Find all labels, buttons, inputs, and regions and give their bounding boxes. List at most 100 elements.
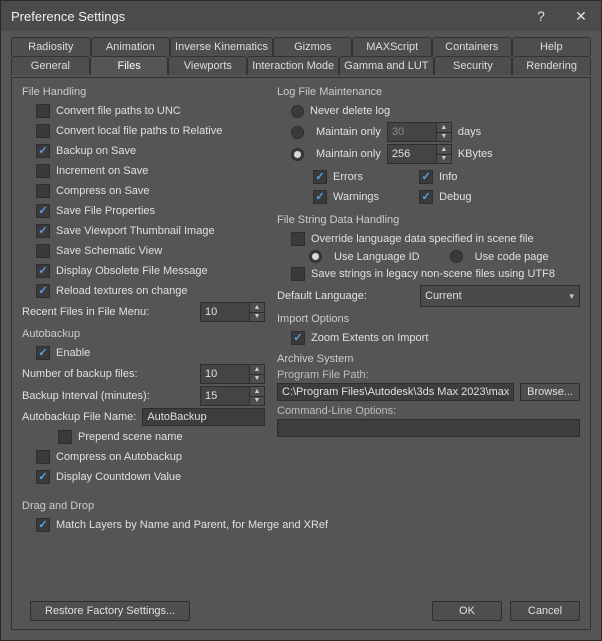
log-warnings-checkbox[interactable] [313, 190, 327, 204]
compress-on-save-checkbox[interactable] [36, 184, 50, 198]
match-layers-label: Match Layers by Name and Parent, for Mer… [56, 519, 580, 531]
use-lang-id-radio[interactable] [309, 250, 322, 263]
autobackup-name-label: Autobackup File Name: [22, 411, 136, 423]
use-lang-id-label: Use Language ID [334, 251, 420, 263]
num-backup-spinner[interactable]: 10 ▲▼ [200, 364, 265, 384]
ok-button[interactable]: OK [432, 601, 502, 621]
chevron-down-icon[interactable]: ▼ [437, 132, 451, 142]
autobackup-name-input[interactable] [142, 408, 265, 426]
log-days-spinner[interactable]: 30 ▲▼ [387, 122, 452, 142]
recent-files-spinner[interactable]: 10 ▲▼ [200, 302, 265, 322]
zoom-extents-label: Zoom Extents on Import [311, 332, 580, 344]
log-errors-checkbox[interactable] [313, 170, 327, 184]
recent-files-label: Recent Files in File Menu: [22, 306, 194, 318]
log-warnings-label: Warnings [333, 191, 379, 203]
import-title: Import Options [277, 313, 580, 325]
log-debug-checkbox[interactable] [419, 190, 433, 204]
backup-interval-spinner[interactable]: 15 ▲▼ [200, 386, 265, 406]
save-schematic-label: Save Schematic View [56, 245, 265, 257]
increment-on-save-checkbox[interactable] [36, 164, 50, 178]
tab-interaction-mode[interactable]: Interaction Mode [247, 56, 339, 75]
tab-help[interactable]: Help [512, 37, 592, 56]
log-kb-label: Maintain only [316, 148, 381, 160]
chevron-up-icon[interactable]: ▲ [250, 303, 264, 312]
chevron-down-icon[interactable]: ▼ [250, 396, 264, 406]
log-info-checkbox[interactable] [419, 170, 433, 184]
backup-interval-label: Backup Interval (minutes): [22, 390, 194, 402]
override-lang-label: Override language data specified in scen… [311, 233, 580, 245]
recent-files-value[interactable]: 10 [201, 303, 249, 321]
compress-autobackup-checkbox[interactable] [36, 450, 50, 464]
display-obsolete-checkbox[interactable] [36, 264, 50, 278]
save-schematic-checkbox[interactable] [36, 244, 50, 258]
display-countdown-checkbox[interactable] [36, 470, 50, 484]
close-icon[interactable]: ✕ [561, 1, 601, 31]
tab-containers[interactable]: Containers [432, 37, 512, 56]
chevron-down-icon[interactable]: ▼ [437, 154, 451, 164]
chevron-up-icon[interactable]: ▲ [437, 123, 451, 132]
override-lang-checkbox[interactable] [291, 232, 305, 246]
tab-rendering[interactable]: Rendering [512, 56, 591, 75]
convert-unc-checkbox[interactable] [36, 104, 50, 118]
log-info-label: Info [439, 171, 471, 183]
backup-interval-value[interactable]: 15 [201, 387, 249, 405]
autobackup-enable-checkbox[interactable] [36, 346, 50, 360]
match-layers-checkbox[interactable] [36, 518, 50, 532]
log-kb-value[interactable]: 256 [388, 145, 436, 163]
log-never-radio[interactable] [291, 105, 304, 118]
tab-general[interactable]: General [11, 56, 90, 75]
prepend-scene-checkbox[interactable] [58, 430, 72, 444]
log-kb-radio[interactable] [291, 148, 304, 161]
num-backup-value[interactable]: 10 [201, 365, 249, 383]
save-file-properties-label: Save File Properties [56, 205, 265, 217]
cancel-button[interactable]: Cancel [510, 601, 580, 621]
autobackup-enable-label: Enable [56, 347, 265, 359]
save-utf8-checkbox[interactable] [291, 267, 305, 281]
default-language-value: Current [425, 290, 575, 302]
backup-on-save-checkbox[interactable] [36, 144, 50, 158]
use-code-page-label: Use code page [475, 251, 549, 263]
increment-on-save-label: Increment on Save [56, 165, 265, 177]
browse-button[interactable]: Browse... [520, 383, 580, 401]
chevron-up-icon[interactable]: ▲ [437, 145, 451, 154]
zoom-extents-checkbox[interactable] [291, 331, 305, 345]
chevron-up-icon[interactable]: ▲ [250, 365, 264, 374]
tab-gamma-and-lut[interactable]: Gamma and LUT [339, 56, 433, 75]
reload-textures-label: Reload textures on change [56, 285, 265, 297]
log-days-unit: days [458, 126, 481, 138]
chevron-down-icon[interactable]: ▼ [250, 312, 264, 322]
tab-files[interactable]: Files [90, 56, 169, 75]
log-kb-spinner[interactable]: 256 ▲▼ [387, 144, 452, 164]
save-file-properties-checkbox[interactable] [36, 204, 50, 218]
default-language-combo[interactable]: Current [420, 285, 580, 307]
tab-maxscript[interactable]: MAXScript [352, 37, 432, 56]
restore-factory-button[interactable]: Restore Factory Settings... [30, 601, 190, 621]
log-days-radio[interactable] [291, 126, 304, 139]
chevron-down-icon[interactable]: ▼ [250, 374, 264, 384]
help-icon[interactable]: ? [521, 1, 561, 31]
program-path-input[interactable] [277, 383, 514, 401]
log-days-label: Maintain only [316, 126, 381, 138]
num-backup-label: Number of backup files: [22, 368, 194, 380]
window-title: Preference Settings [11, 9, 125, 24]
tab-radiosity[interactable]: Radiosity [11, 37, 91, 56]
display-countdown-label: Display Countdown Value [56, 471, 265, 483]
tab-viewports[interactable]: Viewports [168, 56, 247, 75]
log-days-value[interactable]: 30 [388, 123, 436, 141]
tab-security[interactable]: Security [434, 56, 513, 75]
cmd-options-label: Command-Line Options: [277, 405, 580, 417]
tab-gizmos[interactable]: Gizmos [273, 37, 353, 56]
tab-inverse-kinematics[interactable]: Inverse Kinematics [170, 37, 273, 56]
convert-unc-label: Convert file paths to UNC [56, 105, 265, 117]
compress-autobackup-label: Compress on Autobackup [56, 451, 265, 463]
cmd-options-input[interactable] [277, 419, 580, 437]
tab-animation[interactable]: Animation [91, 37, 171, 56]
use-code-page-radio[interactable] [450, 250, 463, 263]
file-handling-title: File Handling [22, 86, 265, 98]
convert-rel-checkbox[interactable] [36, 124, 50, 138]
program-path-label: Program File Path: [277, 369, 580, 381]
chevron-up-icon[interactable]: ▲ [250, 387, 264, 396]
save-thumbnail-checkbox[interactable] [36, 224, 50, 238]
display-obsolete-label: Display Obsolete File Message [56, 265, 265, 277]
reload-textures-checkbox[interactable] [36, 284, 50, 298]
